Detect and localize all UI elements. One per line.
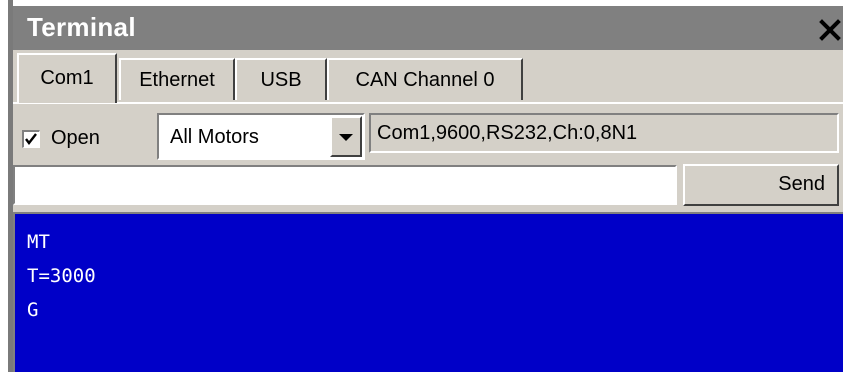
motor-select-value: All Motors (170, 126, 259, 148)
command-row: Send (13, 162, 843, 210)
output-line: MT (27, 231, 50, 253)
terminal-output[interactable]: MT T=3000 G (13, 212, 843, 372)
port-info-field: Com1,9600,RS232,Ch:0,8N1 (369, 113, 839, 153)
send-button[interactable]: Send (683, 164, 839, 206)
tab-ethernet[interactable]: Ethernet (119, 58, 235, 100)
tab-com1[interactable]: Com1 (17, 53, 117, 103)
output-line: T=3000 (27, 265, 96, 287)
output-line: G (27, 299, 39, 321)
dropdown-button[interactable] (330, 116, 362, 157)
connection-tabs: Com1 Ethernet USB CAN Channel 0 (13, 50, 843, 108)
motor-select[interactable]: All Motors (157, 113, 365, 160)
tabs-divider (13, 102, 843, 104)
command-input[interactable] (13, 165, 677, 205)
open-label: Open (51, 127, 100, 149)
open-checkbox[interactable] (22, 130, 40, 148)
window-title: Terminal (27, 12, 136, 42)
connection-row: Open All Motors Com1,9600,RS232,Ch:0,8N1 (13, 110, 843, 162)
terminal-window: Terminal Com1 Ethernet USB CAN Channel 0 (0, 0, 843, 372)
checkmark-icon (25, 133, 37, 145)
terminal-panel: Terminal Com1 Ethernet USB CAN Channel 0 (13, 6, 843, 372)
title-bar: Terminal (13, 6, 843, 50)
port-info-text: Com1,9600,RS232,Ch:0,8N1 (377, 122, 638, 144)
tab-can-channel-0[interactable]: CAN Channel 0 (327, 58, 523, 100)
chevron-down-icon (339, 134, 353, 141)
close-button[interactable] (817, 17, 843, 43)
close-icon (819, 19, 841, 41)
tab-usb[interactable]: USB (235, 58, 327, 100)
